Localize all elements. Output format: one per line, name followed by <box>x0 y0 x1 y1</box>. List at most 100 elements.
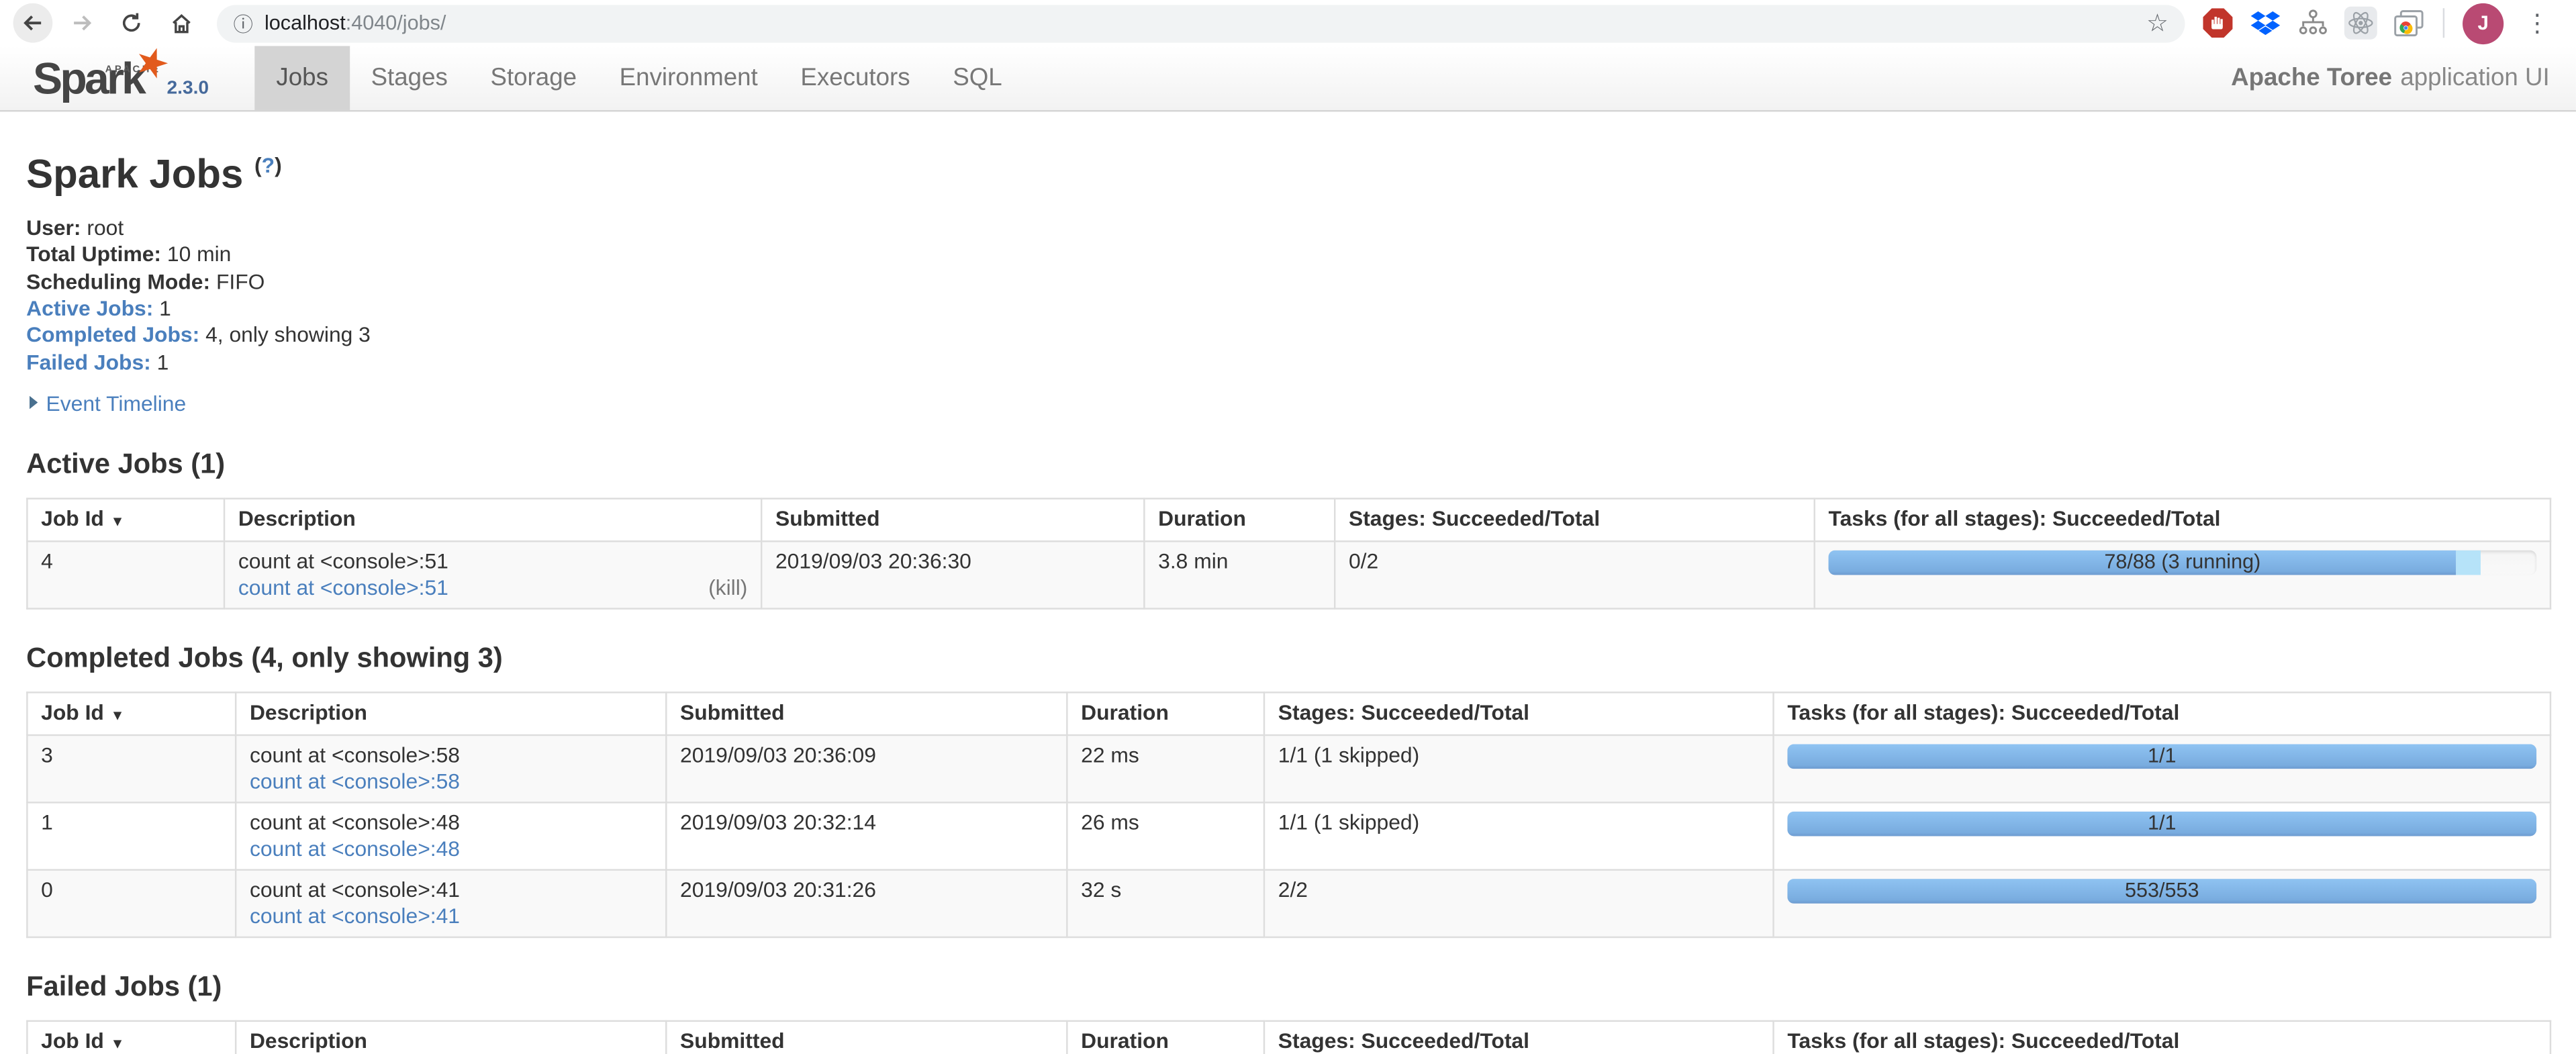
column-header-tasks-for-all-stages-succeeded-total[interactable]: Tasks (for all stages): Succeeded/Total <box>1774 692 2550 735</box>
column-header-description[interactable]: Description <box>224 498 761 541</box>
tasks-progress-bar: 1/1 <box>1787 744 2536 769</box>
tab-sql[interactable]: SQL <box>931 46 1023 110</box>
progress-label: 553/553 <box>1787 879 2536 904</box>
jobs-table: Job Id▾DescriptionSubmittedDurationStage… <box>26 691 2551 938</box>
column-header-job-id[interactable]: Job Id▾ <box>27 692 236 735</box>
tab-storage[interactable]: Storage <box>469 46 598 110</box>
summary-label: Scheduling Mode: <box>26 269 210 294</box>
column-header-duration[interactable]: Duration <box>1144 498 1335 541</box>
summary-link-label[interactable]: Completed Jobs: <box>26 322 199 347</box>
profile-avatar[interactable]: J <box>2463 3 2503 44</box>
summary-value: 4, only showing 3 <box>199 322 371 347</box>
column-header-job-id[interactable]: Job Id▾ <box>27 1021 236 1054</box>
summary-value: 10 min <box>161 242 231 267</box>
browser-toolbar: ⓘ localhost:4040/jobs/ ☆ <box>0 0 2576 46</box>
toolbar-separator <box>2443 8 2444 38</box>
sort-desc-icon: ▾ <box>114 1035 122 1051</box>
summary-item: Total Uptime: 10 min <box>26 242 2550 269</box>
column-header-stages-succeeded-total[interactable]: Stages: Succeeded/Total <box>1264 692 1774 735</box>
column-header-stages-succeeded-total[interactable]: Stages: Succeeded/Total <box>1335 498 1815 541</box>
help-link[interactable]: ? <box>262 153 275 178</box>
summary-link-label[interactable]: Failed Jobs: <box>26 349 151 374</box>
column-header-description[interactable]: Description <box>236 1021 666 1054</box>
reload-icon <box>120 11 143 34</box>
tab-executors[interactable]: Executors <box>779 46 932 110</box>
failed-jobs-heading: Failed Jobs (1) <box>26 971 2550 1004</box>
job-row: 1count at <console>:48count at <console>… <box>27 802 2550 869</box>
address-bar[interactable]: ⓘ localhost:4040/jobs/ ☆ <box>217 4 2185 42</box>
duration-cell: 26 ms <box>1067 802 1264 869</box>
job-id-cell: 4 <box>27 541 224 608</box>
expand-arrow-icon <box>30 397 38 410</box>
column-header-tasks-for-all-stages-succeeded-total[interactable]: Tasks (for all stages): Succeeded/Total <box>1815 498 2550 541</box>
duration-cell: 3.8 min <box>1144 541 1335 608</box>
spark-logo[interactable]: SparkAPACHE★ 2.3.0 <box>0 46 232 110</box>
column-header-stages-succeeded-total[interactable]: Stages: Succeeded/Total <box>1264 1021 1774 1054</box>
summary-link-label[interactable]: Active Jobs: <box>26 295 153 320</box>
dropbox-extension-icon[interactable] <box>2249 7 2282 40</box>
job-id-cell: 0 <box>27 869 236 937</box>
chrome-windows-extension-icon[interactable] <box>2392 7 2425 40</box>
tasks-progress-bar: 1/1 <box>1787 812 2536 836</box>
app-title: Apache Toree application UI <box>2231 46 2576 110</box>
site-info-icon[interactable]: ⓘ <box>233 9 252 37</box>
description-link[interactable]: count at <console>:41 <box>250 904 460 930</box>
tab-jobs[interactable]: Jobs <box>255 46 350 110</box>
bookmark-star-icon[interactable]: ☆ <box>2146 11 2168 36</box>
job-description-cell: count at <console>:51count at <console>:… <box>224 541 761 608</box>
url-text: localhost:4040/jobs/ <box>265 11 446 34</box>
column-header-duration[interactable]: Duration <box>1067 1021 1264 1054</box>
description-link[interactable]: count at <console>:58 <box>250 769 460 795</box>
column-header-description[interactable]: Description <box>236 692 666 735</box>
forward-arrow-icon <box>70 11 93 34</box>
browser-reload-button[interactable] <box>111 3 151 43</box>
adblock-extension-icon[interactable] <box>2201 7 2234 40</box>
tasks-cell: 553/553 <box>1774 869 2550 937</box>
job-row: 4count at <console>:51count at <console>… <box>27 541 2550 608</box>
column-header-tasks-for-all-stages-succeeded-total[interactable]: Tasks (for all stages): Succeeded/Total <box>1774 1021 2550 1054</box>
navbar-tabs: JobsStagesStorageEnvironmentExecutorsSQL <box>255 46 1024 110</box>
browser-menu-icon[interactable]: ⋮ <box>2518 8 2556 38</box>
sort-desc-icon: ▾ <box>114 512 122 528</box>
react-devtools-extension-icon[interactable] <box>2344 7 2377 40</box>
spark-version: 2.3.0 <box>166 79 209 101</box>
sitemap-extension-icon[interactable] <box>2297 7 2330 40</box>
jobs-table: Job Id▾DescriptionSubmittedDurationStage… <box>26 1020 2551 1054</box>
job-id-cell: 3 <box>27 735 236 802</box>
job-description-cell: count at <console>:58count at <console>:… <box>236 735 666 802</box>
hand-icon <box>2209 15 2226 31</box>
summary-item: Failed Jobs: 1 <box>26 349 2550 376</box>
spark-star-icon: ★ <box>132 42 170 84</box>
tab-stages[interactable]: Stages <box>350 46 469 110</box>
tasks-cell: 1/1 <box>1774 802 2550 869</box>
progress-label: 78/88 (3 running) <box>1829 550 2537 575</box>
summary-value: 1 <box>151 349 169 374</box>
kill-link[interactable]: (kill) <box>708 575 747 601</box>
job-id-cell: 1 <box>27 802 236 869</box>
column-header-submitted[interactable]: Submitted <box>761 498 1144 541</box>
progress-label: 1/1 <box>1787 812 2536 836</box>
browser-forward-button[interactable] <box>62 3 102 43</box>
column-header-submitted[interactable]: Submitted <box>666 1021 1067 1054</box>
progress-label: 1/1 <box>1787 744 2536 769</box>
job-description-cell: count at <console>:48count at <console>:… <box>236 802 666 869</box>
column-header-submitted[interactable]: Submitted <box>666 692 1067 735</box>
description-text: count at <console>:58 <box>250 742 653 769</box>
event-timeline-toggle[interactable]: Event Timeline <box>30 391 2550 416</box>
browser-home-button[interactable] <box>161 3 201 43</box>
tab-environment[interactable]: Environment <box>598 46 779 110</box>
description-link[interactable]: count at <console>:51 <box>238 575 448 601</box>
job-row: 3count at <console>:58count at <console>… <box>27 735 2550 802</box>
column-header-job-id[interactable]: Job Id▾ <box>27 498 224 541</box>
browser-back-button[interactable] <box>13 3 53 43</box>
job-summary-list: User: rootTotal Uptime: 10 minScheduling… <box>26 215 2550 376</box>
summary-value: root <box>81 215 124 240</box>
column-header-duration[interactable]: Duration <box>1067 692 1264 735</box>
description-link[interactable]: count at <console>:48 <box>250 836 460 862</box>
jobs-table: Job Id▾DescriptionSubmittedDurationStage… <box>26 497 2551 609</box>
description-text: count at <console>:48 <box>250 810 653 836</box>
extension-strip: J ⋮ <box>2195 3 2563 44</box>
description-text: count at <console>:41 <box>250 877 653 903</box>
app-name: Apache Toree <box>2231 64 2392 92</box>
job-description-cell: count at <console>:41count at <console>:… <box>236 869 666 937</box>
